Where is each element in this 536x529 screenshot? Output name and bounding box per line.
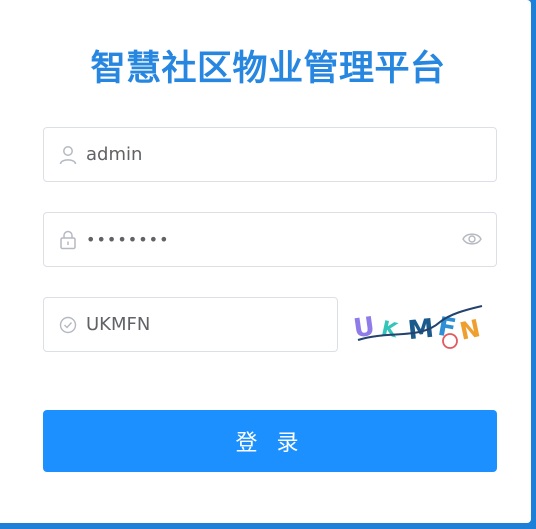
captcha-input[interactable]: UKMFN xyxy=(86,298,150,351)
eye-icon[interactable] xyxy=(462,231,482,247)
captcha-field[interactable]: UKMFN xyxy=(43,297,338,352)
user-icon xyxy=(59,146,77,165)
page-title: 智慧社区物业管理平台 xyxy=(90,49,446,89)
username-input[interactable]: admin xyxy=(86,128,142,181)
login-button[interactable]: 登 录 xyxy=(43,410,497,472)
svg-text:K: K xyxy=(379,316,401,343)
captcha-image[interactable]: U K M F N xyxy=(350,300,490,350)
login-card: 智慧社区物业管理平台 admin •••••••• UKMFN U K M F … xyxy=(0,0,531,523)
lock-icon xyxy=(60,230,76,250)
svg-text:N: N xyxy=(457,314,482,346)
svg-text:U: U xyxy=(352,312,377,345)
check-circle-icon xyxy=(59,316,77,334)
password-input[interactable]: •••••••• xyxy=(86,213,170,266)
username-field[interactable]: admin xyxy=(43,127,497,182)
svg-text:M: M xyxy=(406,314,435,347)
password-field[interactable]: •••••••• xyxy=(43,212,497,267)
